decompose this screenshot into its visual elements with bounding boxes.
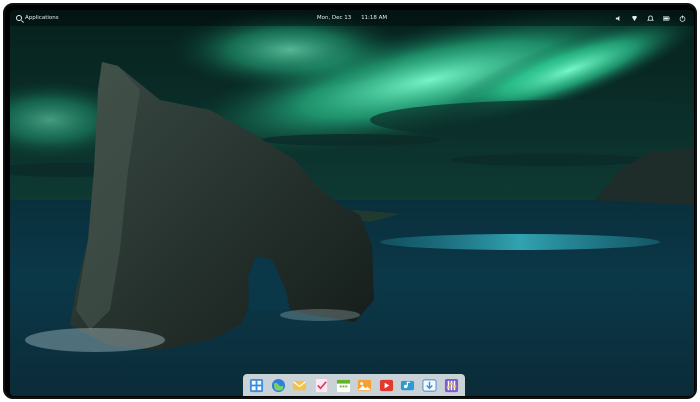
top-panel: Applications Mon, Dec 13 11:18 AM	[10, 10, 694, 26]
notifications-icon[interactable]	[647, 14, 654, 22]
battery-icon[interactable]	[663, 15, 670, 22]
wallpaper	[10, 10, 694, 396]
tasks-icon[interactable]	[314, 378, 329, 393]
system-indicators	[615, 10, 686, 26]
network-icon[interactable]	[631, 15, 638, 22]
desktop: Applications Mon, Dec 13 11:18 AM	[10, 10, 694, 396]
volume-icon[interactable]	[615, 15, 622, 22]
device-frame: Applications Mon, Dec 13 11:18 AM	[3, 3, 697, 399]
date-label: Mon, Dec 13	[316, 15, 352, 21]
photos-icon[interactable]	[357, 378, 372, 393]
system-settings-icon[interactable]	[444, 378, 459, 393]
music-icon[interactable]	[400, 378, 415, 393]
app-center-icon[interactable]	[422, 378, 437, 393]
dock	[243, 374, 465, 396]
power-icon[interactable]	[679, 14, 686, 22]
web-browser-icon[interactable]	[271, 378, 286, 393]
videos-icon[interactable]	[379, 378, 394, 393]
mail-icon[interactable]	[292, 378, 307, 393]
time-label: 11:18 AM	[361, 15, 388, 21]
datetime-indicator[interactable]: Mon, Dec 13 11:18 AM	[10, 10, 694, 26]
file-manager-icon[interactable]	[249, 378, 264, 393]
calendar-icon[interactable]	[336, 378, 351, 393]
